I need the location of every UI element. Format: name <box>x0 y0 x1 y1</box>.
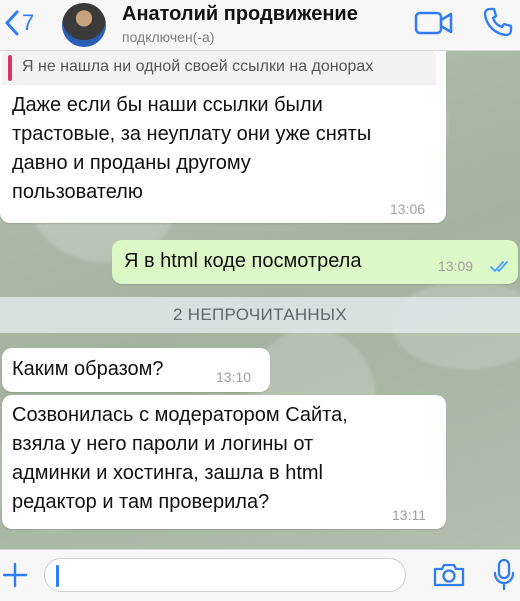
message-bubble-incoming[interactable]: Созвонилась с модератором Сайта, взяла у… <box>2 395 446 529</box>
unread-messages-banner: 2 НЕПРОЧИТАННЫХ <box>0 297 520 333</box>
message-text: Созвонилась с модератором Сайта, взяла у… <box>12 404 348 513</box>
message-bubble-incoming[interactable]: Я не нашла ни одной своей ссылки на доно… <box>0 51 446 223</box>
message-input-bar <box>0 549 520 601</box>
chevron-left-icon <box>5 10 19 36</box>
microphone-icon <box>493 558 515 591</box>
voice-message-button[interactable] <box>492 558 516 597</box>
chat-header: 7 Анатолий продвижение подключен(-а) <box>0 0 520 51</box>
contact-name[interactable]: Анатолий продвижение <box>122 3 358 26</box>
message-time: 13:09 <box>438 258 474 274</box>
camera-icon <box>433 563 465 587</box>
video-call-button[interactable] <box>414 10 454 41</box>
plus-icon <box>2 562 28 588</box>
phone-icon <box>483 7 513 37</box>
message-time: 13:10 <box>216 369 252 385</box>
message-text: Каким образом? <box>12 358 164 380</box>
message-bubble-incoming[interactable]: Каким образом? 13:10 <box>2 348 270 392</box>
unread-chats-count: 7 <box>22 10 35 35</box>
double-check-icon <box>490 261 508 272</box>
contact-avatar[interactable] <box>62 3 106 47</box>
quoted-text: Я не нашла ни одной своей ссылки на доно… <box>22 58 374 75</box>
message-bubble-outgoing[interactable]: Я в html коде посмотрела 13:09 <box>112 240 518 284</box>
message-time: 13:06 <box>390 201 426 217</box>
message-text: Даже если бы наши ссылки были трастовые,… <box>12 94 372 203</box>
attach-button[interactable] <box>2 562 28 593</box>
message-time: 13:11 <box>392 507 426 523</box>
text-caret <box>56 565 59 587</box>
back-button[interactable]: 7 <box>4 6 34 40</box>
contact-status: подключен(-а) <box>122 29 215 45</box>
chat-area[interactable]: Я не нашла ни одной своей ссылки на доно… <box>0 51 520 549</box>
voice-call-button[interactable] <box>482 6 514 43</box>
quote-accent-bar <box>8 55 12 81</box>
quoted-message[interactable]: Я не нашла ни одной своей ссылки на доно… <box>2 51 436 85</box>
message-input[interactable] <box>44 558 406 592</box>
video-call-icon <box>414 11 453 35</box>
camera-button[interactable] <box>432 562 466 593</box>
message-text: Я в html коде посмотрела <box>124 250 362 272</box>
